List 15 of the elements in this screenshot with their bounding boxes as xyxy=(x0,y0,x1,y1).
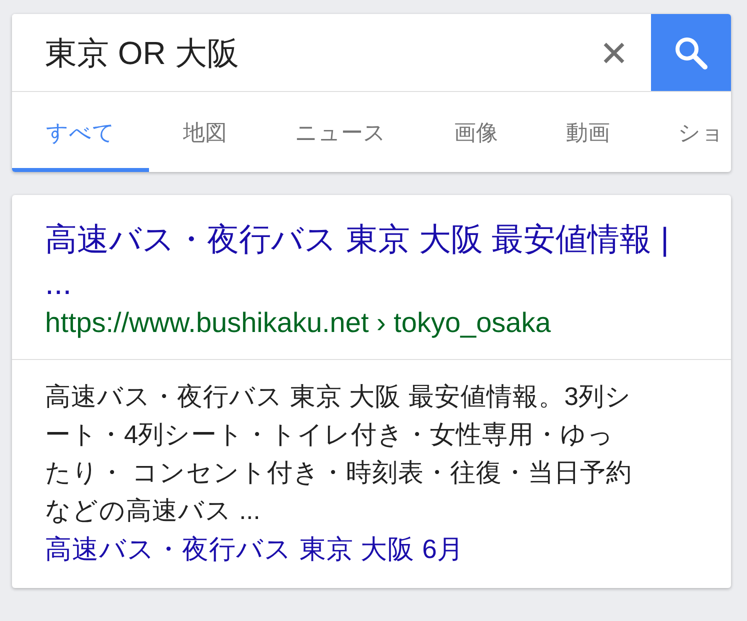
sitelink[interactable]: 高速バス・夜行バス 東京 大阪 6月 xyxy=(45,530,698,568)
tab[interactable]: ショ xyxy=(644,92,731,172)
tab[interactable]: 動画 xyxy=(532,92,644,172)
tab[interactable]: すべて xyxy=(12,92,149,172)
search-button[interactable] xyxy=(651,14,731,91)
search-icon xyxy=(673,34,709,70)
search-input[interactable]: 東京 OR 大阪 xyxy=(45,28,567,76)
tab[interactable]: ニュース xyxy=(261,92,420,172)
result-url: https://www.bushikaku.net › tokyo_osaka xyxy=(45,306,552,340)
search-field[interactable]: 東京 OR 大阪 xyxy=(12,14,577,91)
result-title-link[interactable]: 高速バス・夜行バス 東京 大阪 最安値情報 | ... xyxy=(45,217,698,305)
tab[interactable]: 画像 xyxy=(420,92,532,172)
tab[interactable]: 地図 xyxy=(149,92,261,172)
close-icon xyxy=(602,40,626,64)
result-snippet: 高速バス・夜行バス 東京 大阪 最安値情報。3列シート・4列シート・トイレ付き・女性専用・ゆったり・ コンセント付き・時刻表・往復・当日予約などの高速バス ... xyxy=(45,382,634,527)
